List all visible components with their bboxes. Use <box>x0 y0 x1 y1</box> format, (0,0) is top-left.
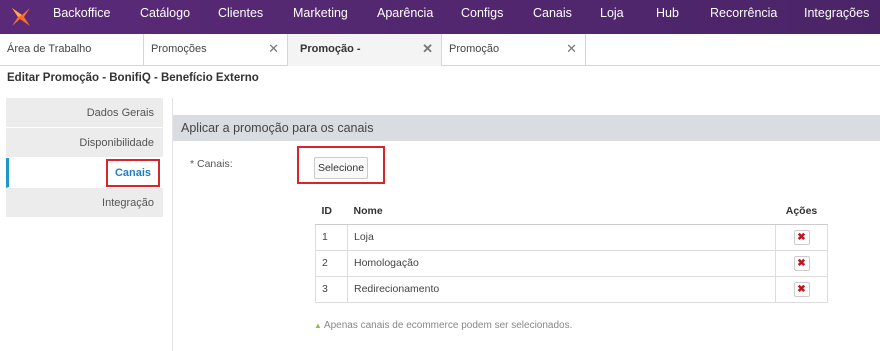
tab-area-de-trabalho[interactable]: Área de Trabalho <box>0 34 144 66</box>
select-channels-button[interactable]: Selecione <box>314 157 368 179</box>
channels-table: ID Nome Ações 1 Loja ✖ 2 Homologação ✖ 3… <box>315 198 828 303</box>
section-title: Aplicar a promoção para os canais <box>173 115 880 141</box>
column-header-id: ID <box>315 198 348 225</box>
cell-name: Homologação <box>347 249 776 277</box>
tab-label: Promoções <box>151 43 207 55</box>
cell-id: 2 <box>315 249 348 277</box>
cell-actions: ✖ <box>775 223 828 251</box>
canais-field-label: * Canais: <box>190 158 233 170</box>
tab-label: Promoção - <box>300 43 361 55</box>
cell-id: 1 <box>315 223 348 251</box>
cell-id: 3 <box>315 275 348 303</box>
tab-promocoes[interactable]: Promoções ✕ <box>144 34 288 66</box>
help-note: ▲ Apenas canais de ecommerce podem ser se… <box>314 320 572 331</box>
page-title: Editar Promoção - BonifiQ - Benefício Ex… <box>7 72 259 84</box>
sidebar-item-dados-gerais[interactable]: Dados Gerais <box>6 98 163 128</box>
table-row: 1 Loja ✖ <box>315 223 828 251</box>
nav-loja[interactable]: Loja <box>600 0 624 34</box>
cell-name: Redirecionamento <box>347 275 776 303</box>
sidebar-item-integracao[interactable]: Integração <box>6 188 163 218</box>
nav-integracoes[interactable]: Integrações <box>804 0 869 34</box>
triangle-up-icon: ▲ <box>314 321 322 330</box>
column-header-name: Nome <box>347 198 776 225</box>
sidebar: Dados Gerais Disponibilidade Canais Inte… <box>6 98 163 218</box>
nav-recorrencia[interactable]: Recorrência <box>710 0 777 34</box>
sidebar-item-label: Canais <box>106 159 160 187</box>
tab-promocao[interactable]: Promoção ✕ <box>442 34 586 66</box>
help-note-text: Apenas canais de ecommerce podem ser sel… <box>323 320 573 331</box>
nav-clientes[interactable]: Clientes <box>218 0 263 34</box>
table-header-row: ID Nome Ações <box>315 198 828 225</box>
sidebar-item-canais[interactable]: Canais <box>6 158 163 188</box>
close-icon[interactable]: ✕ <box>566 34 577 64</box>
table-row: 2 Homologação ✖ <box>315 249 828 277</box>
nav-catalogo[interactable]: Catálogo <box>140 0 190 34</box>
tab-label: Promoção <box>449 43 500 55</box>
close-icon[interactable]: ✕ <box>422 34 433 64</box>
top-navbar: Backoffice Catálogo Clientes Marketing A… <box>0 0 880 34</box>
nav-hub[interactable]: Hub <box>656 0 679 34</box>
delete-icon[interactable]: ✖ <box>793 229 810 245</box>
nav-canais[interactable]: Canais <box>533 0 572 34</box>
column-header-actions: Ações <box>775 198 828 225</box>
delete-icon[interactable]: ✖ <box>793 255 810 271</box>
cell-name: Loja <box>347 223 776 251</box>
nav-marketing[interactable]: Marketing <box>293 0 348 34</box>
nav-aparencia[interactable]: Aparência <box>377 0 433 34</box>
tab-label: Área de Trabalho <box>7 43 92 55</box>
sidebar-item-disponibilidade[interactable]: Disponibilidade <box>6 128 163 158</box>
table-row: 3 Redirecionamento ✖ <box>315 275 828 303</box>
nav-backoffice[interactable]: Backoffice <box>53 0 110 34</box>
tab-bar: Área de Trabalho Promoções ✕ Promoção - … <box>0 34 880 66</box>
close-icon[interactable]: ✕ <box>268 34 279 64</box>
cell-actions: ✖ <box>775 249 828 277</box>
logo-icon[interactable] <box>6 0 36 34</box>
nav-configs[interactable]: Configs <box>461 0 503 34</box>
cell-actions: ✖ <box>775 275 828 303</box>
tab-promocao-active[interactable]: Promoção - ✕ <box>288 34 442 66</box>
delete-icon[interactable]: ✖ <box>793 281 810 297</box>
main-panel: Aplicar a promoção para os canais * Cana… <box>172 98 880 351</box>
